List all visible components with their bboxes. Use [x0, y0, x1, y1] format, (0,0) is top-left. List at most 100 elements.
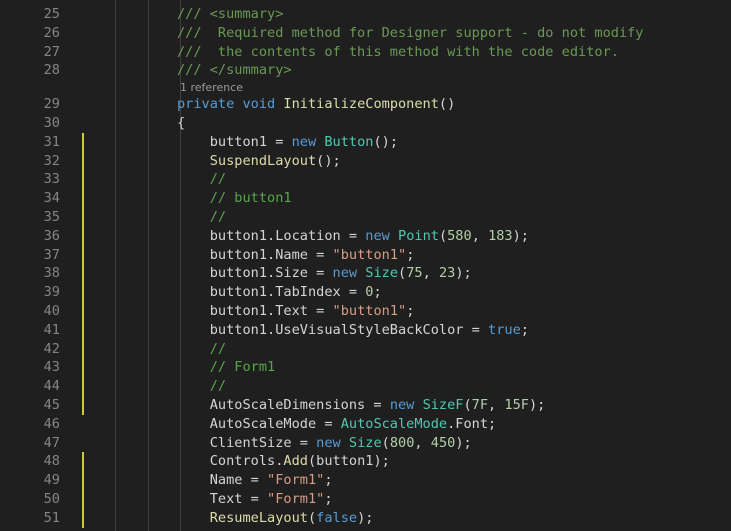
code-token: ( — [463, 397, 472, 413]
code-token: Button — [324, 133, 374, 150]
code-token: "Form1" — [267, 491, 325, 507]
code-token: ( — [438, 227, 448, 244]
code-line[interactable]: ResumeLayout(false); — [177, 509, 374, 528]
code-line[interactable]: button1.UseVisualStyleBackColor = true; — [177, 321, 529, 340]
line-number: 50 — [43, 491, 60, 507]
code-token: , — [471, 227, 489, 244]
code-token: button1 — [177, 321, 268, 338]
modified-line-marker — [82, 452, 84, 528]
code-token: (button1); — [307, 453, 390, 470]
codelens-references[interactable]: 1 reference — [180, 81, 243, 95]
line-number: 41 — [43, 321, 60, 338]
code-token: ; — [406, 246, 415, 263]
code-token: button1 — [177, 227, 268, 244]
line-number: 38 — [43, 265, 60, 282]
code-line[interactable]: button1.Text = "button1"; — [177, 302, 415, 321]
code-token: // button1 — [177, 190, 292, 207]
code-line[interactable]: ClientSize = new Size(800, 450); — [177, 434, 472, 453]
modified-line-marker — [82, 132, 84, 415]
code-token: private — [177, 96, 235, 113]
code-token: Font — [455, 415, 489, 432]
code-token: "button1" — [332, 246, 407, 263]
code-token: = — [340, 227, 366, 244]
code-line[interactable]: Name = "Form1"; — [177, 471, 333, 490]
code-token: = — [340, 284, 366, 301]
code-line[interactable]: Controls.Add(button1); — [177, 452, 390, 471]
code-editor[interactable]: 25 26 27 28 29 30 31 32 33 34 35 36 37 38 39 40 41 42 43 44… — [0, 0, 731, 531]
code-line[interactable]: /// <summary> — [177, 5, 283, 24]
code-line[interactable]: } — [177, 528, 185, 531]
code-line[interactable]: SuspendLayout(); — [177, 152, 341, 171]
code-token: "Form1" — [267, 472, 325, 489]
code-line[interactable]: AutoScaleDimensions = new SizeF(7F, 15F)… — [177, 396, 546, 415]
code-token: button1 — [177, 303, 268, 319]
code-line[interactable]: { — [177, 114, 185, 133]
code-token: ( — [398, 265, 407, 282]
code-token: /// Required method for Designer support… — [177, 24, 644, 41]
code-line[interactable]: private void InitializeComponent() — [177, 95, 455, 114]
code-line[interactable]: button1.Name = "button1"; — [177, 246, 415, 265]
code-token: . — [267, 246, 276, 263]
code-line[interactable]: // — [177, 208, 226, 227]
code-line[interactable]: // Form1 — [177, 358, 275, 377]
code-token: . — [267, 265, 276, 282]
code-line[interactable]: button1.TabIndex = 0; — [177, 283, 382, 302]
code-token: void — [242, 96, 276, 113]
code-line[interactable]: // — [177, 170, 226, 189]
code-token: Add — [283, 453, 308, 470]
code-token: ); — [455, 265, 472, 282]
code-token: AutoScaleMode — [340, 415, 448, 432]
code-token: Location — [275, 227, 341, 244]
code-line[interactable]: /// </summary> — [177, 61, 292, 80]
code-token: ( — [307, 509, 317, 526]
code-token: // — [177, 340, 227, 357]
line-number: 25 — [43, 6, 60, 22]
code-line[interactable]: // — [177, 377, 226, 396]
code-token: = — [316, 415, 341, 432]
code-token: new — [291, 133, 317, 150]
code-token: = — [242, 491, 268, 507]
code-token: (); — [373, 133, 399, 150]
code-token: /// the contents of this method with the… — [177, 43, 619, 60]
code-token: ; — [373, 284, 382, 301]
code-line[interactable]: button1.Location = new Point(580, 183); — [177, 227, 529, 246]
code-line[interactable]: button1.Size = new Size(75, 23); — [177, 264, 472, 283]
code-token: UseVisualStyleBackColor — [275, 321, 464, 338]
code-token: . — [267, 303, 276, 319]
code-token: // — [177, 171, 227, 188]
code-token: /// — [177, 6, 210, 22]
code-token: Text — [177, 491, 243, 507]
code-token: button1 — [177, 284, 268, 301]
line-number: 30 — [43, 115, 60, 131]
code-token: <summary> — [209, 6, 284, 22]
code-line[interactable]: Text = "Form1"; — [177, 490, 333, 509]
code-token: = — [463, 321, 489, 338]
code-token: . — [267, 321, 276, 338]
code-line[interactable]: AutoScaleMode = AutoScaleMode.Font; — [177, 415, 497, 434]
code-token: ; — [324, 491, 333, 507]
code-line[interactable]: // button1 — [177, 189, 292, 208]
code-token: () — [438, 96, 456, 113]
code-token: 75 — [406, 265, 423, 282]
code-token: . — [267, 227, 276, 244]
code-line[interactable]: /// the contents of this method with the… — [177, 43, 619, 62]
code-token: false — [316, 509, 358, 526]
line-number: 45 — [43, 397, 60, 413]
code-line[interactable]: // — [177, 340, 226, 359]
code-token: button1 — [177, 265, 268, 282]
line-number: 40 — [43, 303, 60, 319]
code-token: . — [267, 284, 276, 301]
code-line[interactable]: button1 = new Button(); — [177, 133, 398, 152]
code-token: ResumeLayout — [177, 509, 308, 526]
code-line[interactable]: /// Required method for Designer support… — [177, 24, 644, 43]
line-number: 37 — [43, 246, 60, 263]
code-token: InitializeComponent — [283, 96, 439, 113]
code-token: { — [177, 115, 186, 131]
code-token: ; — [520, 321, 529, 338]
line-number: 31 — [43, 133, 60, 150]
code-token: new — [365, 227, 390, 244]
code-token: 15F — [504, 397, 529, 413]
code-token: Name — [177, 472, 243, 489]
